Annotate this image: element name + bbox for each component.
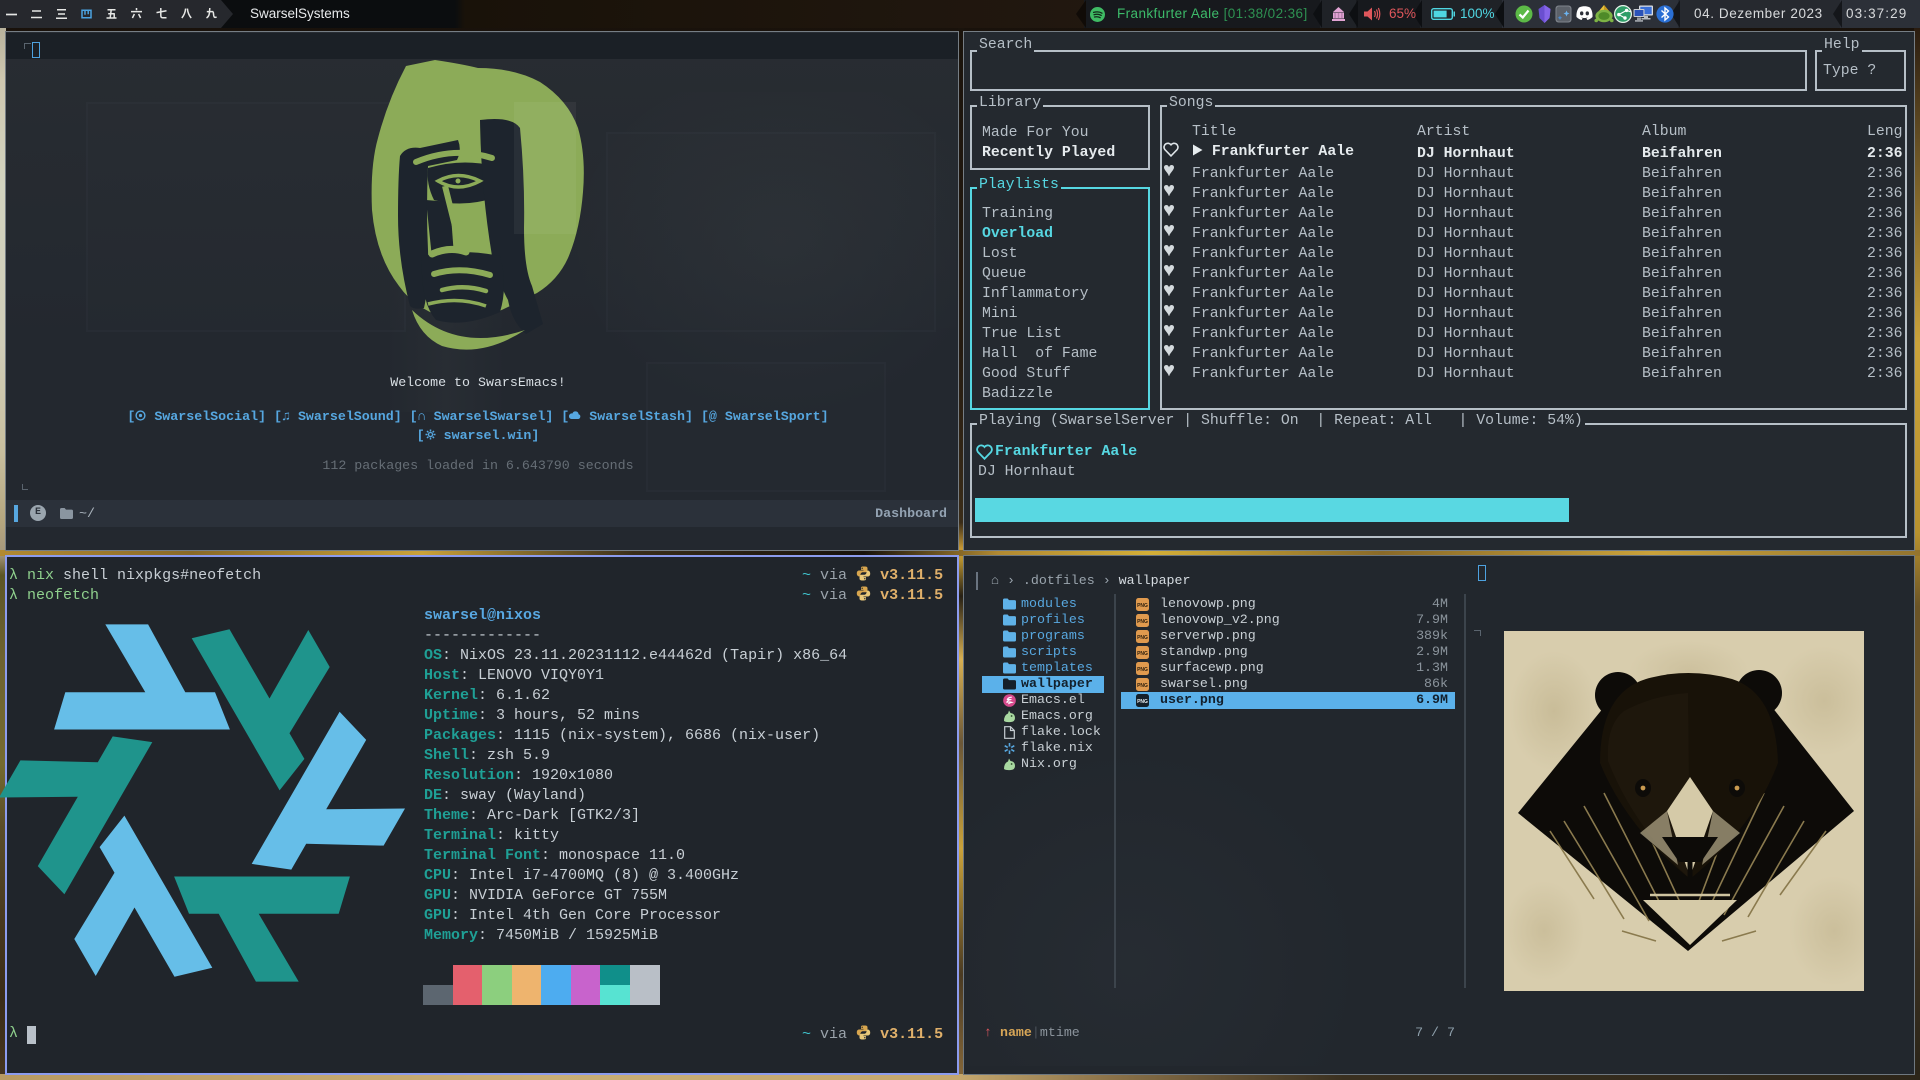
svg-text:PNG: PNG bbox=[1137, 699, 1148, 705]
svg-text:PNG: PNG bbox=[1137, 619, 1148, 625]
svg-text:PNG: PNG bbox=[1137, 635, 1148, 641]
svg-text:PNG: PNG bbox=[1137, 667, 1148, 673]
svg-text:PNG: PNG bbox=[1137, 651, 1148, 657]
svg-text:PNG: PNG bbox=[1137, 683, 1148, 689]
svg-text:PNG: PNG bbox=[1137, 603, 1148, 609]
